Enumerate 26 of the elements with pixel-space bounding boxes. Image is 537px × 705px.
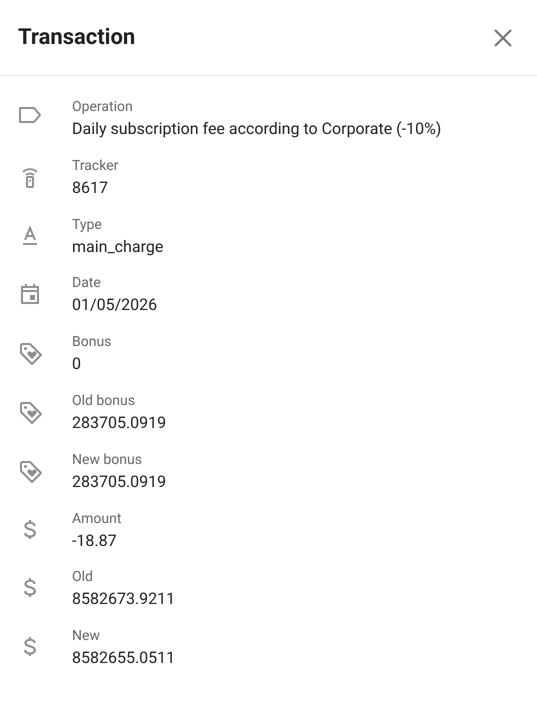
field-label: Type [72,216,103,234]
field-value: 01/05/2026 [72,294,158,316]
field-value: 8582673.9211 [72,588,176,610]
calendar-icon [18,282,42,306]
field-label: Tracker [72,156,118,175]
heart-tag-icon [18,400,44,426]
field-value: 8617 [72,176,109,199]
field-label: Amount [72,510,122,528]
field-value: -18.87 [72,530,118,552]
field-value: 0 [72,353,82,376]
field-label: Old bonus [72,392,136,410]
field-value: 283705.0919 [72,470,166,493]
field-label: Date [72,274,102,292]
field-value: 8582655.0511 [72,647,176,670]
field-value: main_charge [72,236,164,258]
field-label: Operation [72,98,134,116]
label-icon [18,106,42,124]
field-label: Bonus [72,333,112,352]
heart-tag-icon [18,458,44,485]
field-label: Old [72,568,94,586]
dialog-title: Transaction [18,25,136,50]
heart-tag-icon [18,341,44,368]
field-label: New [72,627,101,646]
field-label: New bonus [72,450,143,469]
field-value: 283705.0919 [72,412,166,434]
field-value: Daily subscription fee according to Corporate (-10%) [72,118,442,140]
